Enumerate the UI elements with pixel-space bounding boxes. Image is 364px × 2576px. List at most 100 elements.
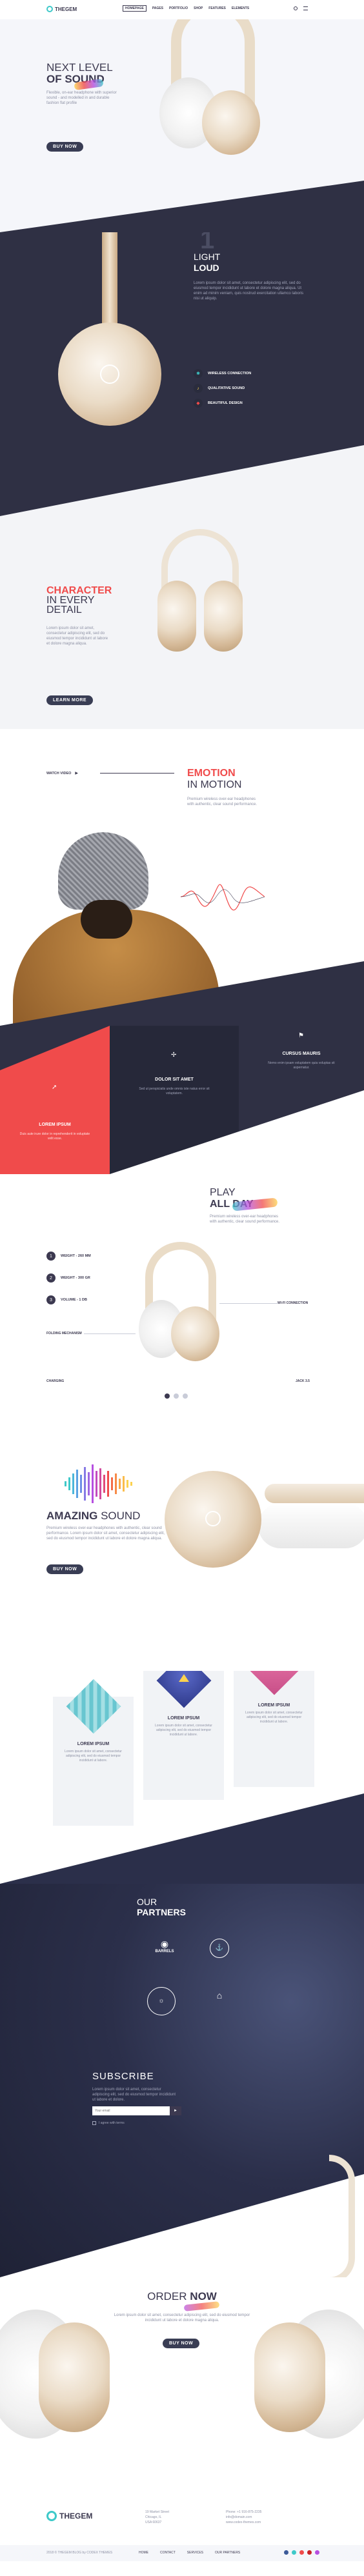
character-title-line2: IN EVERY	[46, 595, 95, 606]
card-title: LOREM IPSUM	[167, 1716, 200, 1721]
spec-label: VOLUME - 1 DB	[61, 1298, 87, 1302]
logo[interactable]: THEGEM	[46, 6, 77, 12]
tile-title: CURSUS MAURIS	[282, 1052, 321, 1056]
nav-item-pages[interactable]: PAGES	[152, 6, 163, 12]
folding-label: FOLDING MECHANISM	[46, 1332, 82, 1335]
hero-section: NEXT LEVEL OF SOUND Flexible, on-ear hea…	[0, 19, 364, 232]
sound-icon: ♪	[194, 384, 203, 393]
twitter-icon[interactable]	[292, 2550, 296, 2555]
order-title-light: ORDER	[147, 2290, 187, 2302]
folding-line	[84, 1333, 136, 1334]
carousel-dot[interactable]	[174, 1393, 179, 1399]
card-title: LOREM IPSUM	[77, 1742, 110, 1746]
email-link[interactable]: info@domain.com	[226, 2515, 261, 2520]
collar	[81, 900, 132, 939]
light-loud-text: Lorem ipsum dolor sit amet, consectetur …	[194, 281, 304, 301]
wifi-line	[219, 1303, 278, 1304]
spec-list: 1 WEIGHT - 260 MM 2 WEIGHT - 300 GR 3 VO…	[46, 1252, 91, 1304]
instagram-icon[interactable]	[315, 2550, 319, 2555]
logo-text: THEGEM	[55, 6, 77, 12]
character-title: CHARACTER IN EVERY DETAIL	[46, 586, 112, 615]
spec-item: 2 WEIGHT - 300 GR	[46, 1273, 91, 1283]
amazing-band-white	[258, 1503, 364, 1548]
footer-address: 19 Market Street Chicago, IL USA 60637	[145, 2510, 169, 2525]
feature-card[interactable]: LOREM IPSUM Lorem ipsum dolor sit amet, …	[143, 1671, 224, 1800]
order-buy-button[interactable]: BUY NOW	[163, 2339, 200, 2348]
footer-links: HOME CONTACT SERVICES OUR PARTNERS	[139, 2551, 240, 2555]
amazing-section: AMAZING SOUND Premium wireless over-ear …	[0, 1452, 364, 1671]
wifi-label: WI-FI CONNECTION	[278, 1301, 308, 1305]
logo-mark-icon	[46, 6, 53, 12]
footer-link[interactable]: HOME	[139, 2551, 148, 2555]
spec-item: 1 WEIGHT - 260 MM	[46, 1252, 91, 1261]
footer-bottom-bar: 2018 © THEGEM BLOG by CODEX THEMES HOME …	[0, 2545, 364, 2561]
tile-text: Duis aute irure dolor in reprehenderit i…	[19, 1132, 90, 1141]
emotion-title-line2: IN MOTION	[187, 779, 242, 790]
card-image-teal	[66, 1679, 121, 1734]
design-icon: ◆	[194, 399, 203, 408]
footer-link[interactable]: CONTACT	[160, 2551, 176, 2555]
carousel-dot[interactable]	[183, 1393, 188, 1399]
terms-checkbox[interactable]	[92, 2121, 96, 2125]
nav-item-features[interactable]: FEATURES	[208, 6, 226, 12]
cards-section: LOREM IPSUM Lorem ipsum dolor sit amet, …	[0, 1671, 364, 1884]
learn-more-button[interactable]: LEARN MORE	[46, 695, 94, 705]
jack-label: JACK 3.5	[296, 1379, 310, 1383]
light-loud-section: 1 LIGHT LOUD Lorem ipsum dolor sit amet,…	[0, 232, 364, 516]
character-text: Lorem ipsum dolor sit amet, consectetur …	[46, 626, 108, 646]
tiles-diagonal	[0, 961, 364, 1026]
nav-item-portfolio[interactable]: PORTFOLIO	[169, 6, 188, 12]
watch-video-link[interactable]: WATCH VIDEO ▶	[46, 771, 78, 776]
amazing-buy-button[interactable]: BUY NOW	[46, 1564, 84, 1574]
website-link[interactable]: www.codex-themes.com	[226, 2520, 261, 2525]
footer-link[interactable]: OUR PARTNERS	[215, 2551, 240, 2555]
charging-label: CHARGING	[46, 1379, 65, 1383]
footer-link[interactable]: SERVICES	[187, 2551, 203, 2555]
tiles-section: ➚ LOREM IPSUM Duis aute irure dolor in r…	[0, 1026, 364, 1174]
character-headphone-image	[155, 529, 245, 677]
light-loud-headphone-image	[45, 232, 174, 439]
subscribe-submit-button[interactable]: ►	[170, 2106, 181, 2115]
amazing-title: AMAZING SOUND	[46, 1510, 140, 1523]
spec-number: 2	[46, 1273, 56, 1283]
partner-logo-barrels[interactable]: ◉ BARRELS	[148, 1939, 181, 1953]
barrel-icon: ◉	[160, 1939, 169, 1949]
character-title-line3: DETAIL	[46, 604, 82, 615]
space-diagonal	[0, 1793, 364, 1884]
subscribe-text: Lorem ipsum dolor sit amet, consectetur …	[92, 2088, 176, 2102]
nav-item-shop[interactable]: SHOP	[194, 6, 203, 12]
footer-logo[interactable]: THEGEM	[46, 2511, 92, 2521]
order-title-bold: NOW	[190, 2290, 217, 2302]
order-title: ORDER NOW	[0, 2290, 364, 2303]
menu-icon[interactable]	[303, 6, 308, 10]
partners-title: OUR PARTNERS	[137, 1897, 186, 1917]
partner-logo-badge[interactable]: ☼	[147, 1987, 176, 2015]
nav-item-elements[interactable]: ELEMENTS	[232, 6, 249, 12]
card-text: Lorem ipsum dolor sit amet, consectetur …	[65, 1750, 122, 1762]
tile-red[interactable]: ➚ LOREM IPSUM Duis aute irure dolor in r…	[0, 1026, 110, 1174]
order-headband-right	[329, 2155, 355, 2277]
feature-card[interactable]: LOREM IPSUM Lorem ipsum dolor sit amet, …	[234, 1671, 314, 1787]
order-left-cup	[39, 2322, 110, 2432]
card-title: LOREM IPSUM	[258, 1703, 290, 1708]
google-plus-icon[interactable]	[299, 2550, 304, 2555]
hero-headphone-image	[152, 19, 261, 168]
email-input[interactable]	[92, 2106, 170, 2115]
nav-item-homepage[interactable]: HOMEPAGE	[123, 5, 147, 12]
amazing-title-light: SOUND	[101, 1510, 141, 1522]
partner-logo-circle[interactable]: ⚓	[210, 1939, 229, 1958]
pinterest-icon[interactable]	[307, 2550, 312, 2555]
hero-dark-diagonal	[0, 181, 364, 232]
order-diagonal	[0, 2174, 364, 2277]
facebook-icon[interactable]	[284, 2550, 288, 2555]
card-text: Lorem ipsum dolor sit amet, consectetur …	[245, 1711, 303, 1724]
hero-buy-button[interactable]: BUY NOW	[46, 142, 84, 152]
hero-text: Flexible, on-ear headphone with superior…	[46, 91, 117, 105]
amazing-text: Premium wireless over-ear headphones wit…	[46, 1526, 165, 1541]
carousel-dot-active[interactable]	[165, 1393, 170, 1399]
partners-title-line1: OUR	[137, 1897, 157, 1907]
footer-contact: Phone: +1 916-875-2235 info@domain.com w…	[226, 2510, 261, 2525]
partner-logo-building[interactable]: ⌂	[205, 1990, 234, 2010]
spec-label: WEIGHT - 260 MM	[61, 1254, 91, 1258]
search-icon[interactable]	[294, 6, 298, 10]
